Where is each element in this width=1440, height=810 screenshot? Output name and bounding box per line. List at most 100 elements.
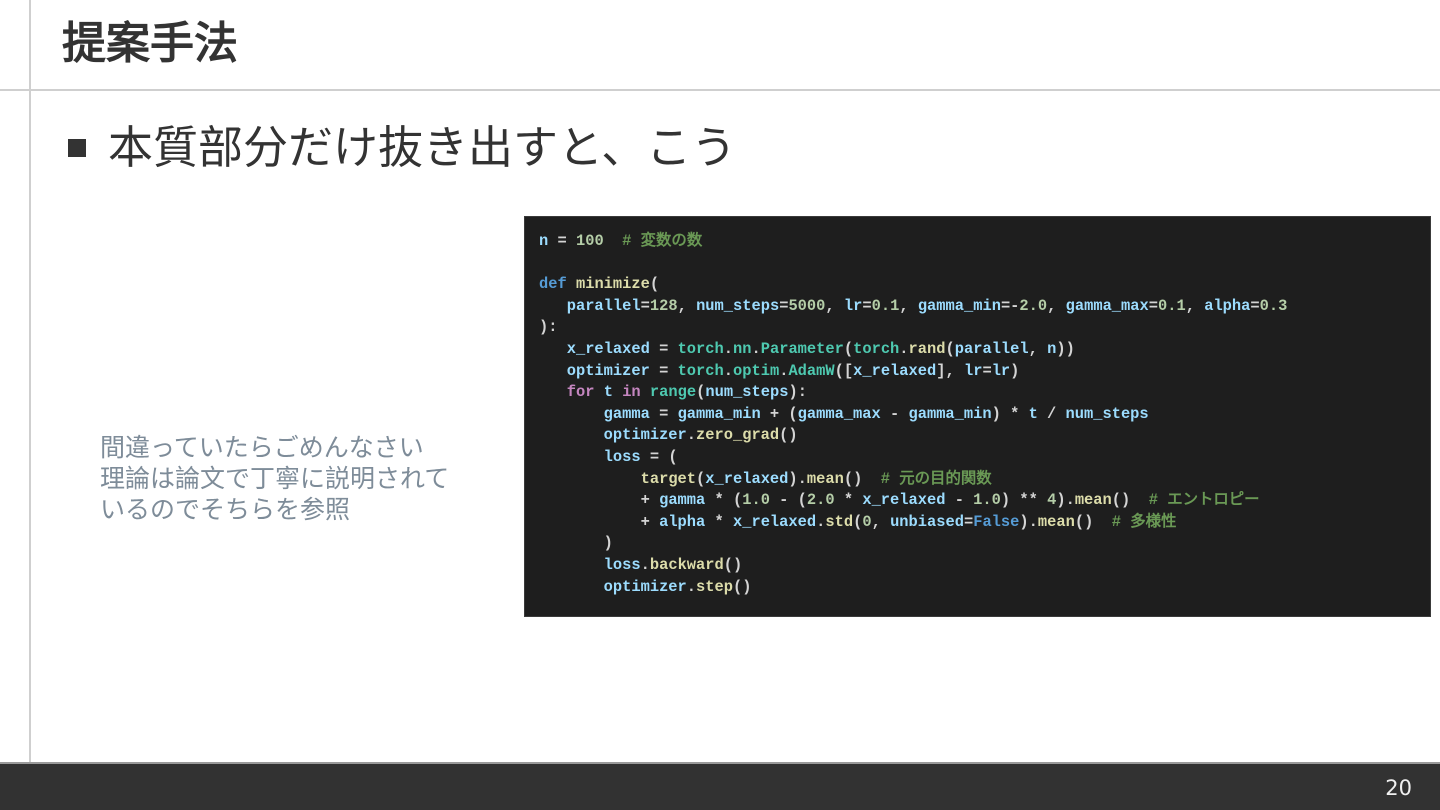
- code-token: torch: [853, 339, 900, 358]
- code-token: -: [945, 491, 974, 510]
- code-token: # 変数の数: [622, 232, 703, 250]
- code-token: num_steps: [1065, 404, 1149, 423]
- code-token: ([: [834, 361, 854, 380]
- code-token: 0.3: [1259, 296, 1288, 315]
- code-token: x_relaxed: [566, 339, 650, 358]
- code-token: =: [649, 404, 678, 423]
- code-token: torch: [677, 339, 724, 358]
- code-token: 2.0: [1019, 296, 1048, 315]
- code-line: for t in range(num_steps):: [539, 382, 1287, 404]
- code-token: optimizer: [603, 577, 687, 596]
- code-token: 128: [649, 296, 678, 315]
- code-token: *: [705, 512, 733, 531]
- code-line: loss.backward(): [539, 555, 1287, 577]
- code-token: (: [843, 339, 854, 358]
- code-token: = (: [640, 447, 678, 466]
- page-number: 20: [1385, 776, 1412, 800]
- code-token: =: [548, 232, 576, 250]
- title-rule: [0, 89, 1440, 91]
- code-token: .: [686, 577, 697, 596]
- code-token: step: [696, 577, 733, 596]
- code-token: ).: [1056, 491, 1075, 510]
- slide-title: 提案手法: [62, 18, 238, 69]
- code-token: n: [1047, 339, 1057, 358]
- code-token: gamma_min: [917, 296, 1001, 315]
- code-line: loss = (: [539, 447, 1287, 469]
- code-token: 5000: [788, 296, 826, 315]
- note-line: いるのでそちらを参照: [100, 495, 351, 524]
- code-line: + alpha * x_relaxed.std(0, unbiased=Fals…: [539, 512, 1287, 534]
- code-token: (: [853, 512, 863, 531]
- code-token: =: [1148, 296, 1158, 315]
- note-line: 理論は論文で丁寧に説明されて: [100, 464, 450, 493]
- square-bullet-icon: [68, 139, 86, 157]
- code-token: lr: [991, 361, 1011, 380]
- code-token: ): [1010, 361, 1020, 380]
- code-token: ,: [677, 296, 697, 315]
- code-token: - (: [769, 491, 807, 510]
- code-line: optimizer = torch.optim.AdamW([x_relaxed…: [539, 361, 1287, 383]
- code-token: # 元の目的関数: [880, 469, 992, 488]
- code-token: ):: [788, 383, 807, 402]
- code-token: + (: [760, 404, 798, 423]
- code-token: x_relaxed: [862, 491, 946, 510]
- code-token: =: [649, 361, 678, 380]
- code-token: .: [686, 426, 697, 445]
- code-token: lr: [963, 361, 983, 380]
- code-token: mean: [1074, 491, 1112, 510]
- code-token: (: [945, 339, 955, 358]
- code-token: +: [539, 512, 660, 531]
- code-token: 1.0: [973, 491, 1001, 510]
- code-token: ,: [1028, 339, 1048, 358]
- code-token: rand: [908, 339, 946, 358]
- code-token: optimizer: [603, 426, 687, 445]
- code-token: t: [1028, 404, 1038, 423]
- code-token: ,: [1047, 296, 1066, 315]
- code-token: parallel: [566, 296, 641, 315]
- code-token: 0.1: [871, 296, 900, 315]
- code-token: num_steps: [705, 383, 789, 402]
- code-line: ):: [539, 317, 1287, 339]
- code-token: 1.0: [742, 491, 770, 510]
- code-token: x_relaxed: [732, 512, 817, 531]
- code-token: ],: [936, 361, 964, 380]
- code-line: gamma = gamma_min + (gamma_max - gamma_m…: [539, 404, 1287, 426]
- code-token: 0: [862, 512, 872, 531]
- code-token: ): [539, 534, 613, 553]
- code-token: AdamW: [788, 361, 835, 380]
- code-token: ).: [1019, 512, 1038, 531]
- code-line: def minimize(: [539, 274, 1287, 296]
- code-token: ).: [788, 469, 807, 488]
- code-token: # エントロピー: [1148, 491, 1260, 510]
- code-token: lr: [843, 296, 863, 315]
- code-token: .: [751, 339, 761, 358]
- code-token: range: [649, 383, 697, 402]
- code-token: def: [539, 275, 567, 294]
- code-token: (): [723, 555, 743, 574]
- code-token: ,: [1185, 296, 1205, 315]
- bullet-item: 本質部分だけ抜き出すと、こう: [68, 118, 736, 178]
- code-token: )): [1056, 339, 1075, 358]
- code-token: unbiased: [890, 512, 964, 531]
- code-token: False: [973, 512, 1020, 531]
- code-token: (): [1111, 491, 1149, 510]
- code-token: target: [640, 469, 697, 488]
- bullet-text: 本質部分だけ抜き出すと、こう: [108, 121, 737, 174]
- code-token: backward: [649, 555, 724, 574]
- code-token: ,: [825, 296, 844, 315]
- code-token: .: [723, 339, 733, 358]
- code-line: optimizer.step(): [539, 577, 1287, 599]
- code-token: Parameter: [760, 339, 844, 358]
- code-token: mean: [1037, 512, 1075, 531]
- footer-bar: 20: [0, 762, 1440, 810]
